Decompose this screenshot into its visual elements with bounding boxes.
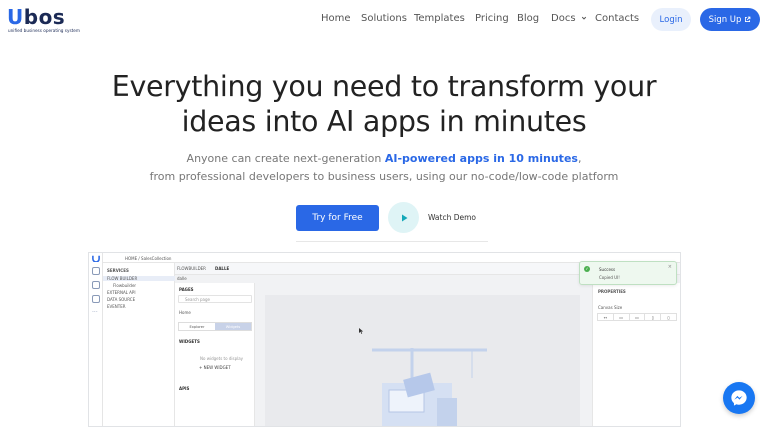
- chevron-down-icon: [581, 16, 586, 20]
- canvas-size-label: Canvas Size: [598, 305, 623, 310]
- device-size-toggle[interactable]: ↔ ▭ ▭ ▯ ▯: [597, 313, 677, 321]
- apis-header: APIS: [179, 386, 190, 391]
- construction-illustration: [372, 348, 487, 426]
- site-header: Ubos unified business operating system H…: [0, 0, 768, 38]
- editor-canvas[interactable]: [265, 295, 580, 426]
- tab-flowbuilder[interactable]: FLOWBUILDER: [177, 266, 206, 271]
- cursor-icon: [359, 328, 364, 334]
- nav-home[interactable]: Home: [321, 13, 351, 24]
- hero-sub-text: Anyone can create next-generation: [186, 152, 385, 165]
- device-desktop-icon[interactable]: ▭: [614, 314, 630, 320]
- editor-breadcrumb: HOME / SalesCollection: [125, 256, 172, 261]
- tool-label: dalle: [177, 276, 187, 281]
- seg-widgets[interactable]: Widgets: [215, 323, 251, 330]
- search-page-input[interactable]: Search page: [178, 295, 252, 303]
- tab-dalle[interactable]: DALLE: [215, 266, 229, 271]
- hero-title-line1: Everything you need to transform your: [111, 70, 657, 103]
- properties-panel: PROPERTIES Canvas Size ↔ ▭ ▭ ▯ ▯: [592, 283, 680, 426]
- home-icon: [92, 267, 100, 275]
- search-page-placeholder: Search page: [185, 297, 211, 302]
- signup-button[interactable]: Sign Up: [700, 8, 760, 31]
- service-flow-builder[interactable]: FLOW BUILDER: [103, 276, 175, 281]
- explorer-widgets-toggle[interactable]: Explorer Widgets: [178, 322, 252, 331]
- pages-panel: PAGES Search page Home Explorer Widgets …: [175, 283, 255, 426]
- hero-title: Everything you need to transform your id…: [0, 69, 768, 139]
- watch-demo-link[interactable]: Watch Demo: [428, 213, 476, 222]
- service-eventer[interactable]: EVENTER: [107, 304, 126, 309]
- service-external-api[interactable]: EXTERNAL API: [107, 290, 136, 295]
- login-button[interactable]: Login: [651, 8, 691, 31]
- nav-docs[interactable]: Docs: [551, 13, 587, 24]
- service-flowbuilder[interactable]: Flowbuilder: [113, 283, 136, 288]
- device-fluid-icon[interactable]: ↔: [598, 314, 614, 320]
- signup-label: Sign Up: [708, 14, 742, 25]
- toast-title: Success: [599, 267, 616, 272]
- device-mobile-icon[interactable]: ▯: [661, 314, 676, 320]
- device-tablet-icon[interactable]: ▯: [645, 314, 662, 320]
- settings-icon: [92, 295, 100, 303]
- seg-explorer[interactable]: Explorer: [179, 323, 215, 330]
- toast-message: Copied UI!: [599, 275, 620, 280]
- watch-demo-play-button[interactable]: [388, 202, 419, 233]
- hero-sub-highlight: AI-powered apps in 10 minutes: [384, 152, 578, 165]
- nav-templates[interactable]: Templates: [414, 13, 465, 24]
- editor-screenshot: ··· HOME / SalesCollection SERVICES FLOW…: [88, 252, 681, 427]
- services-panel: SERVICES FLOW BUILDER Flowbuilder EXTERN…: [103, 263, 175, 426]
- pages-icon: [92, 281, 100, 289]
- services-header: SERVICES: [107, 268, 129, 273]
- nav-docs-label: Docs: [551, 13, 576, 24]
- nav-contacts[interactable]: Contacts: [595, 13, 639, 24]
- success-toast: ✓ Success Copied UI! ×: [579, 261, 677, 285]
- hero-subtitle: Anyone can create next-generation AI-pow…: [0, 150, 768, 186]
- device-laptop-icon[interactable]: ▭: [630, 314, 646, 320]
- play-icon: [401, 214, 407, 221]
- messenger-chat-button[interactable]: [723, 382, 755, 414]
- try-for-free-button[interactable]: Try for Free: [296, 205, 379, 231]
- nav-solutions[interactable]: Solutions: [361, 13, 407, 24]
- nav-pricing[interactable]: Pricing: [475, 13, 509, 24]
- brand-wordmark: Ubos: [7, 5, 66, 29]
- ubos-mini-logo-icon: [92, 255, 100, 262]
- brand-logo[interactable]: Ubos unified business operating system: [7, 5, 91, 35]
- divider: [296, 241, 488, 242]
- properties-header: PROPERTIES: [598, 289, 626, 294]
- check-icon: ✓: [584, 266, 590, 272]
- page-item-home[interactable]: Home: [179, 310, 191, 315]
- brand-tagline: unified business operating system: [8, 28, 80, 33]
- messenger-icon: [731, 390, 747, 406]
- hero-title-line2: ideas into AI apps in minutes: [181, 105, 587, 138]
- new-widget-button[interactable]: + NEW WIDGET: [199, 365, 231, 370]
- nav-blog[interactable]: Blog: [517, 13, 539, 24]
- external-link-icon: [745, 16, 751, 23]
- widgets-empty-text: No widgets to display: [200, 356, 244, 361]
- pages-header: PAGES: [179, 287, 194, 292]
- service-data-source[interactable]: DATA SOURCE: [107, 297, 135, 302]
- hero-sub-comma: ,: [577, 152, 582, 165]
- more-icon: ···: [92, 309, 98, 316]
- editor-icon-rail: ···: [89, 253, 103, 426]
- hero-sub-line2: from professional developers to business…: [149, 170, 619, 183]
- close-icon[interactable]: ×: [668, 264, 672, 270]
- widgets-header: WIDGETS: [179, 339, 200, 344]
